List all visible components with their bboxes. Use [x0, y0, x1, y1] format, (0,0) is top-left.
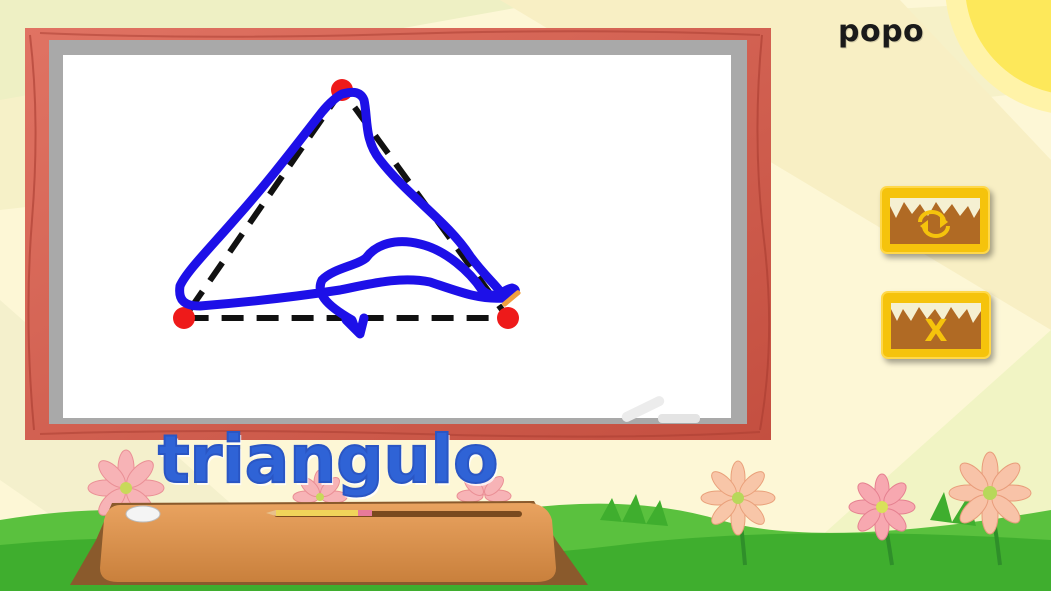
x-glyph: X	[924, 314, 947, 349]
pencil-decoration	[266, 510, 522, 517]
player-name: popo	[838, 14, 925, 49]
x-icon: X	[891, 303, 981, 349]
repeat-arrows-icon	[890, 198, 980, 244]
vertex-dot-right	[497, 307, 519, 329]
desk	[70, 501, 588, 585]
eraser-decoration	[125, 505, 161, 523]
vertex-dot-left	[173, 307, 195, 329]
repeat-button[interactable]	[880, 186, 990, 254]
close-button[interactable]: X	[881, 291, 991, 359]
target-word: triangulo	[157, 420, 499, 499]
drawing-board	[25, 28, 771, 440]
